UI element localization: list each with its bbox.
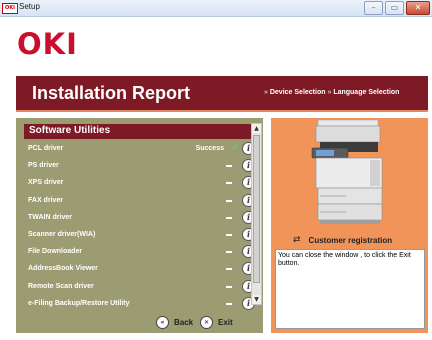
breadcrumb-language-selection[interactable]: Language Selection bbox=[333, 89, 399, 96]
back-button[interactable]: « Back bbox=[156, 315, 193, 329]
customer-registration-label: Customer registration bbox=[308, 235, 393, 245]
not-installed-dash-icon bbox=[226, 251, 232, 254]
scroll-thumb[interactable] bbox=[253, 135, 260, 283]
not-installed-dash-icon bbox=[226, 234, 232, 236]
not-installed-dash-icon bbox=[226, 165, 232, 168]
utility-row: AddressBook Viewer i bbox=[24, 261, 258, 277]
window-titlebar: OKI Setup – ▭ ✕ bbox=[0, 0, 432, 17]
utility-row: Remote Scan driver i bbox=[24, 279, 258, 295]
page-title: Installation Report bbox=[32, 83, 191, 103]
nav-buttons: « Back ✕ Exit bbox=[16, 315, 263, 331]
utility-name: XPS driver bbox=[28, 179, 64, 187]
success-check-icon: ✔ bbox=[231, 143, 239, 153]
not-installed-dash-icon bbox=[226, 302, 232, 305]
not-installed-dash-icon bbox=[226, 216, 232, 219]
back-label: Back bbox=[174, 317, 194, 327]
exit-button[interactable]: ✕ Exit bbox=[200, 315, 233, 329]
printer-image bbox=[311, 119, 383, 224]
breadcrumb: » Device Selection » Language Selection bbox=[264, 89, 399, 96]
not-installed-dash-icon bbox=[226, 199, 232, 202]
utility-row: PS driver i bbox=[24, 158, 258, 174]
utility-row: TWAIN driver i bbox=[24, 210, 258, 226]
window-title: Setup bbox=[19, 2, 40, 11]
app-icon: OKI bbox=[2, 3, 18, 14]
utility-row: FAX driver i bbox=[24, 193, 258, 209]
utility-name: AddressBook Viewer bbox=[28, 265, 98, 273]
back-icon: « bbox=[156, 315, 169, 329]
registration-icon: ⇄ bbox=[293, 235, 301, 245]
window-controls: – ▭ ✕ bbox=[364, 1, 430, 15]
utility-row: XPS driver i bbox=[24, 175, 258, 191]
status-message: You can close the window , to click the … bbox=[275, 249, 425, 329]
customer-registration-button[interactable]: ⇄ Customer registration bbox=[293, 233, 392, 247]
exit-icon: ✕ bbox=[200, 315, 213, 329]
scroll-down-arrow-icon[interactable]: ▼ bbox=[252, 295, 261, 304]
maximize-button[interactable]: ▭ bbox=[385, 1, 404, 15]
utility-name: TWAIN driver bbox=[28, 213, 72, 221]
utility-row: e-Filing Backup/Restore Utility i bbox=[24, 296, 258, 312]
not-installed-dash-icon bbox=[226, 268, 232, 271]
utility-row: File Downloader i bbox=[24, 244, 258, 260]
utility-name: PCL driver bbox=[28, 145, 64, 152]
device-side-panel: ⇄ Customer registration You can close th… bbox=[271, 118, 428, 333]
utility-name: FAX driver bbox=[28, 196, 64, 204]
breadcrumb-separator: » bbox=[264, 89, 268, 96]
utility-name: e-Filing Backup/Restore Utility bbox=[28, 299, 130, 307]
not-installed-dash-icon bbox=[226, 182, 232, 185]
minimize-button[interactable]: – bbox=[364, 1, 383, 15]
software-utilities-panel: Software Utilities PCL driver Success ✔ i PS… bbox=[16, 118, 263, 333]
exit-label: Exit bbox=[218, 317, 233, 327]
utility-name: Remote Scan driver bbox=[28, 282, 94, 290]
oki-logo: OKI bbox=[17, 27, 78, 61]
utility-name: File Downloader bbox=[28, 248, 83, 256]
page-header: Installation Report » Device Selection »… bbox=[16, 76, 428, 112]
breadcrumb-separator: » bbox=[327, 89, 332, 96]
utility-name: PS driver bbox=[28, 162, 59, 170]
section-title: Software Utilities bbox=[29, 125, 111, 136]
section-header: Software Utilities bbox=[24, 124, 261, 139]
breadcrumb-device-selection[interactable]: Device Selection bbox=[270, 89, 326, 96]
utility-row: PCL driver Success ✔ i bbox=[24, 141, 258, 157]
not-installed-dash-icon bbox=[226, 285, 232, 288]
scroll-up-arrow-icon[interactable]: ▲ bbox=[252, 124, 261, 133]
status-label: Success bbox=[195, 145, 224, 152]
utility-name: Scanner driver(WIA) bbox=[28, 231, 96, 238]
close-button[interactable]: ✕ bbox=[406, 1, 430, 15]
utility-row: Scanner driver(WIA) i bbox=[24, 227, 258, 243]
list-scrollbar[interactable]: ▲ ▼ bbox=[251, 123, 262, 305]
